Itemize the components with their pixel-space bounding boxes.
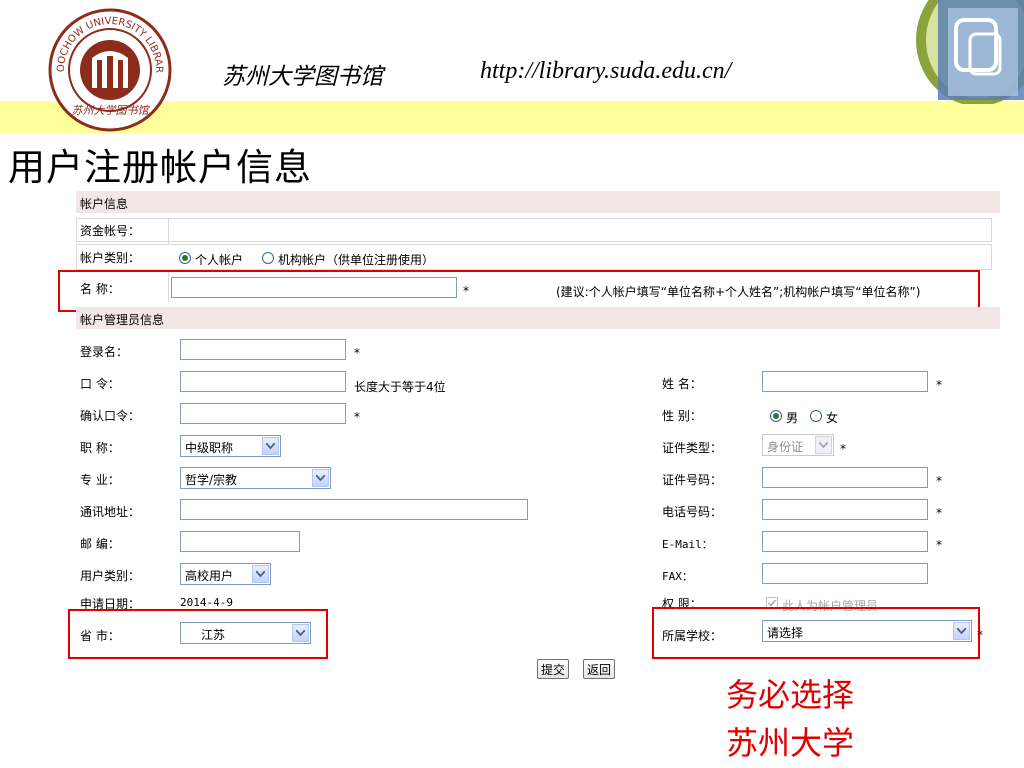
radio-personal-account[interactable] <box>179 252 191 264</box>
radio-gender-male-label: 男 <box>786 411 799 425</box>
surname-label: 姓 名： <box>662 377 702 391</box>
title-select-value: 中级职称 <box>185 441 234 455</box>
major-select[interactable]: 哲学/宗教 <box>180 467 331 489</box>
id-type-select-value: 身份证 <box>767 440 804 454</box>
account-section-header: 帐户信息 <box>80 197 129 211</box>
major-label: 专 业： <box>80 473 120 487</box>
annotation-line-2: 苏州大学 <box>726 724 855 762</box>
apply-date-value: 2014-4-9 <box>180 596 233 609</box>
confirm-password-input[interactable] <box>180 403 346 424</box>
library-logo: SOOCHOW UNIVERSITY LIBRARY 苏州大学图书馆 <box>48 8 172 132</box>
library-url: http://library.suda.edu.cn/ <box>480 58 732 84</box>
back-button[interactable]: 返回 <box>583 659 616 679</box>
id-number-input[interactable] <box>762 467 928 488</box>
address-label: 通讯地址： <box>80 505 141 519</box>
user-type-select[interactable]: 高校用户 <box>180 563 271 585</box>
account-type-label: 帐户类别： <box>80 251 141 265</box>
password-label: 口 令： <box>80 377 120 391</box>
confirm-password-label: 确认口令： <box>80 409 141 423</box>
chevron-down-icon <box>815 436 832 454</box>
radio-institution-account[interactable] <box>262 252 274 264</box>
annotation-line-1: 务必选择 <box>726 676 855 714</box>
phone-input[interactable] <box>762 499 928 520</box>
submit-button[interactable]: 提交 <box>537 659 570 679</box>
zip-input[interactable] <box>180 531 300 552</box>
email-label: E-Mail： <box>662 538 713 551</box>
password-hint: 长度大于等于4位 <box>354 380 446 394</box>
title-select[interactable]: 中级职称 <box>180 435 281 457</box>
zip-label: 邮 编： <box>80 537 120 551</box>
corner-decoration <box>916 0 1024 104</box>
phone-label: 电话号码： <box>662 505 723 519</box>
fax-label: FAX： <box>662 570 693 583</box>
email-input[interactable] <box>762 531 928 552</box>
radio-personal-label: 个人帐户 <box>195 253 244 267</box>
school-highlight-box <box>652 607 980 659</box>
admin-section-header: 帐户管理员信息 <box>80 313 165 327</box>
id-type-required-mark: * <box>840 442 846 456</box>
fund-account-label: 资金帐号： <box>80 224 141 238</box>
email-required-mark: * <box>936 538 942 552</box>
chevron-down-icon <box>262 437 279 455</box>
password-input[interactable] <box>180 371 346 392</box>
id-number-required-mark: * <box>936 474 942 488</box>
account-section-bar <box>76 191 1000 213</box>
address-input[interactable] <box>180 499 528 520</box>
user-type-select-value: 高校用户 <box>185 569 234 583</box>
svg-text:苏州大学图书馆: 苏州大学图书馆 <box>72 104 151 117</box>
login-required-mark: * <box>354 346 360 360</box>
library-name: 苏州大学图书馆 <box>222 64 383 90</box>
fund-account-row <box>76 218 992 242</box>
radio-gender-female[interactable] <box>810 410 822 422</box>
id-type-select: 身份证 <box>762 434 834 456</box>
login-label: 登录名： <box>80 345 129 359</box>
major-select-value: 哲学/宗教 <box>185 473 238 487</box>
login-input[interactable] <box>180 339 346 360</box>
confirm-required-mark: * <box>354 410 360 424</box>
fax-input[interactable] <box>762 563 928 584</box>
radio-gender-male[interactable] <box>770 410 782 422</box>
admin-section-bar <box>76 307 1000 329</box>
chevron-down-icon <box>252 565 269 583</box>
title-label: 职 称： <box>80 441 120 455</box>
id-number-label: 证件号码： <box>662 473 723 487</box>
phone-required-mark: * <box>936 506 942 520</box>
surname-required-mark: * <box>936 378 942 392</box>
province-highlight-box <box>68 609 328 659</box>
radio-institution-label: 机构帐户（供单位注册使用） <box>278 253 435 267</box>
slide-title: 用户注册帐户信息 <box>8 146 312 189</box>
gender-label: 性 别： <box>662 409 702 423</box>
user-type-label: 用户类别： <box>80 569 141 583</box>
radio-gender-female-label: 女 <box>826 411 839 425</box>
surname-input[interactable] <box>762 371 928 392</box>
id-type-label: 证件类型： <box>662 441 723 455</box>
name-highlight-box <box>58 270 980 312</box>
chevron-down-icon <box>312 469 329 487</box>
